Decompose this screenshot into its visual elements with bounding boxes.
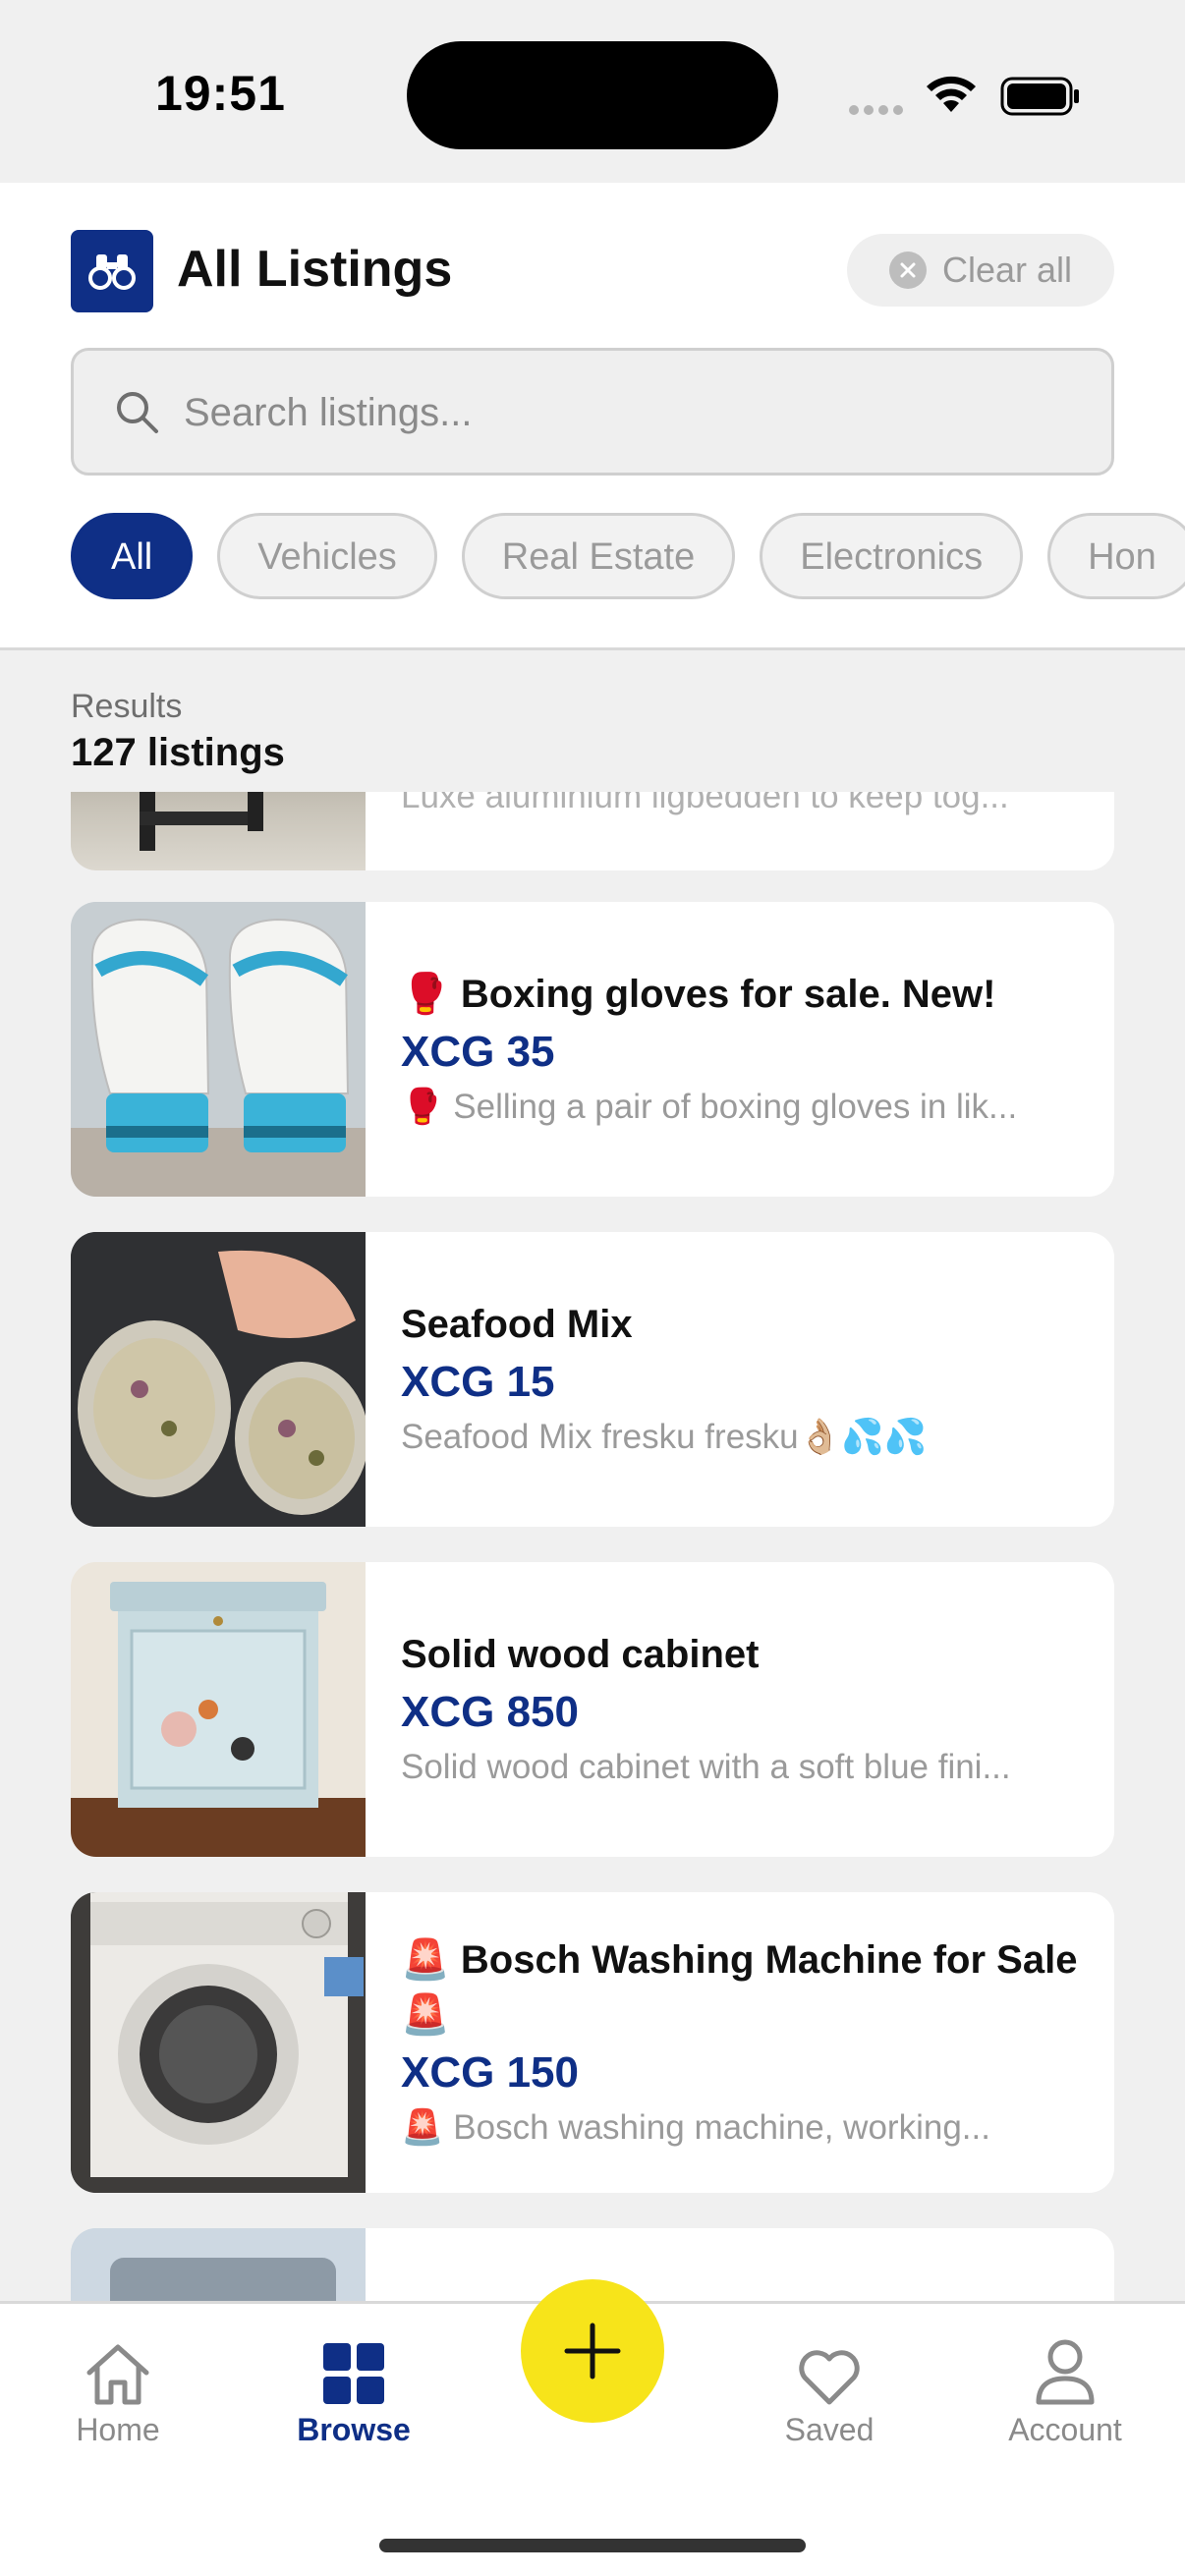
listing-description: Solid wood cabinet with a soft blue fini… <box>401 1748 1011 1786</box>
add-listing-button[interactable] <box>521 2279 664 2423</box>
heart-icon <box>799 2350 860 2405</box>
grid-icon <box>323 2343 384 2404</box>
listing-image-washing-machine <box>71 1892 366 2193</box>
chip-real-estate[interactable]: Real Estate <box>461 513 736 599</box>
binoculars-icon <box>88 254 136 290</box>
battery-icon <box>1000 77 1079 116</box>
listing-title: 🚨 Bosch Washing Machine for Sale 🚨 <box>401 1938 1078 2037</box>
header: All Listings Clear all All Vehicles Real E… <box>0 183 1185 650</box>
home-icon <box>86 2344 149 2405</box>
cellular-signal-icon <box>849 102 908 120</box>
logo <box>71 230 153 312</box>
status-time: 19:51 <box>155 66 286 121</box>
search-icon <box>117 392 158 433</box>
tab-account-label: Account <box>1008 2412 1122 2447</box>
listing-description: 🚨 Bosch washing machine, working... <box>401 2108 990 2147</box>
listing-price: XCG 15 <box>401 1358 555 1406</box>
listing-price: XCG 35 <box>401 1028 555 1076</box>
tab-saved-label: Saved <box>784 2412 875 2447</box>
search-bar[interactable] <box>71 348 1114 476</box>
tab-browse[interactable]: Browse <box>255 2324 452 2448</box>
dynamic-island <box>407 41 778 149</box>
status-bar: 19:51 <box>0 0 1185 183</box>
listing-image-sunbeds <box>71 792 366 870</box>
chip-vehicles[interactable]: Vehicles <box>217 513 437 599</box>
category-filter-chips: All Vehicles Real Estate Electronics Hon <box>71 513 1185 601</box>
listing-description: 🥊 Selling a pair of boxing gloves in lik… <box>401 1088 1018 1126</box>
person-icon <box>1036 2339 1095 2405</box>
listing-list[interactable]: Luxe aluminium ligbedden to keep tog... … <box>0 792 1185 2301</box>
search-input[interactable] <box>184 380 1068 445</box>
listing-card[interactable]: Seafood Mix XCG 15 Seafood Mix fresku fr… <box>71 1232 1114 1527</box>
clear-all-button[interactable]: Clear all <box>847 234 1114 307</box>
listing-title: 🥊 Boxing gloves for sale. New! <box>401 973 996 1016</box>
results-count: 127 listings <box>71 731 285 774</box>
chip-home[interactable]: Hon <box>1047 513 1185 599</box>
tab-home[interactable]: Home <box>20 2324 216 2448</box>
listing-description: Luxe aluminium ligbedden to keep tog... <box>401 792 1009 815</box>
listing-image-seafood-mix <box>71 1232 368 1527</box>
tab-home-label: Home <box>76 2412 160 2447</box>
listing-card[interactable]: Luxe aluminium ligbedden to keep tog... <box>71 792 1114 870</box>
results-caption: Results <box>71 688 183 725</box>
listing-title: Seafood Mix <box>401 1303 633 1346</box>
home-indicator <box>379 2539 806 2552</box>
clear-all-label: Clear all <box>941 250 1073 290</box>
close-circle-icon <box>888 252 927 289</box>
listing-price: XCG 850 <box>401 1688 579 1736</box>
listing-image-boxing-gloves <box>71 902 366 1197</box>
tab-browse-label: Browse <box>297 2412 411 2447</box>
chip-electronics[interactable]: Electronics <box>760 513 1024 599</box>
tab-account[interactable]: Account <box>967 2324 1163 2448</box>
listing-description: Seafood Mix fresku fresku👌🏼💦💦 <box>401 1418 928 1456</box>
chip-all[interactable]: All <box>71 513 194 599</box>
page-title: All Listings <box>177 241 453 298</box>
listing-image-vehicle <box>71 2228 366 2301</box>
listing-card[interactable]: Solid wood cabinet XCG 850 Solid wood ca… <box>71 1562 1114 1857</box>
tab-saved[interactable]: Saved <box>731 2324 928 2448</box>
plus-icon <box>564 2323 621 2380</box>
listing-card[interactable]: 🚨 Bosch Washing Machine for Sale 🚨 XCG 1… <box>71 1892 1114 2193</box>
listing-image-cabinet <box>71 1562 366 1857</box>
listing-card[interactable]: 🥊 Boxing gloves for sale. New! XCG 35 🥊 … <box>71 902 1114 1197</box>
wifi-icon <box>927 76 976 112</box>
listing-price: XCG 150 <box>401 2048 579 2097</box>
listing-title: Solid wood cabinet <box>401 1633 760 1676</box>
